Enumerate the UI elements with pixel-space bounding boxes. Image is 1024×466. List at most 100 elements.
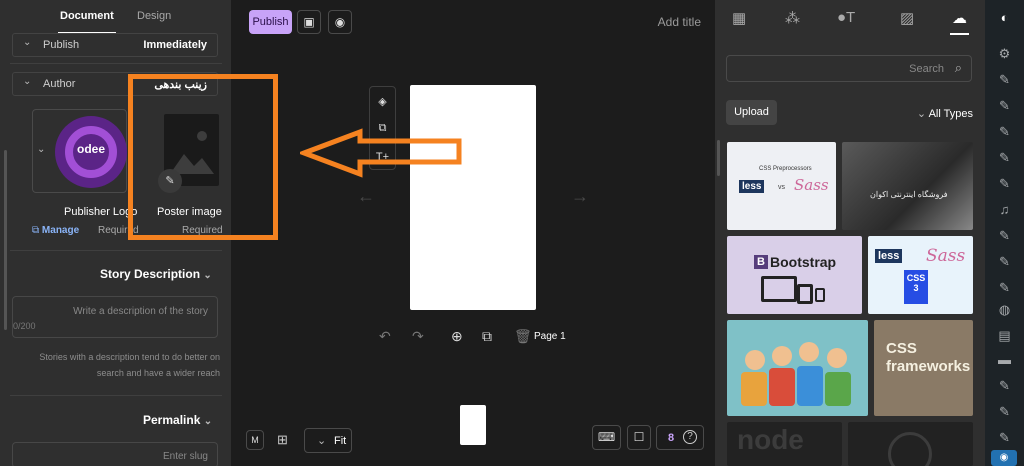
divider xyxy=(10,395,222,396)
author-row[interactable]: ⌄ Author زینب بندهی xyxy=(12,72,218,96)
grid-icon[interactable]: ⊞ xyxy=(277,432,288,448)
media-tile[interactable]: CSS frameworks xyxy=(874,320,973,416)
undo-icon[interactable]: ↶ xyxy=(379,328,391,345)
publish-label: Publish xyxy=(43,39,80,51)
upload-button[interactable]: Upload xyxy=(726,100,777,125)
add-title[interactable]: Add title xyxy=(658,15,701,29)
description-hint: Stories with a description tend to do be… xyxy=(39,352,220,378)
description-textarea[interactable]: Write a description of the story 0/200 xyxy=(12,296,218,338)
publish-value: Immediately xyxy=(143,39,207,51)
media-tile[interactable]: B Bootstrap xyxy=(727,236,862,314)
panel-scrollbar[interactable] xyxy=(4,150,7,330)
publisher-logo-card[interactable]: ⌄ odee xyxy=(32,109,127,193)
zoom-value: Fit xyxy=(334,435,347,447)
poster-image-label: Poster image xyxy=(157,206,222,218)
upload-cloud-icon[interactable]: ☁ xyxy=(950,9,969,35)
arrow-right-icon[interactable]: → xyxy=(571,186,589,207)
add-page-icon[interactable]: ⊕ xyxy=(451,328,463,345)
slug-input[interactable]: Enter slug xyxy=(12,442,218,466)
panel-tabs: Document Design xyxy=(0,0,231,34)
gear-icon[interactable]: ⚙ xyxy=(985,46,1024,62)
preview-eye-icon[interactable]: ◉ xyxy=(328,10,352,34)
annotation-arrow xyxy=(300,128,462,178)
chevron-down-icon: ⌄ xyxy=(916,108,927,120)
media-icon[interactable]: ♫ xyxy=(985,202,1024,217)
media-tile[interactable] xyxy=(848,422,973,466)
divider xyxy=(10,250,222,251)
chevron-down-icon: ⌄ xyxy=(37,144,46,155)
story-page[interactable] xyxy=(410,85,536,310)
pin-icon[interactable]: ✎ xyxy=(985,228,1024,244)
dashboard-icon[interactable]: ◐ xyxy=(985,10,1024,25)
paint-bucket-icon[interactable]: ◈ xyxy=(370,95,395,108)
image-icon[interactable]: ▨ xyxy=(900,9,914,27)
pin-icon[interactable]: ✎ xyxy=(985,98,1024,114)
help-icon: ? xyxy=(683,430,697,444)
pin-icon[interactable]: ✎ xyxy=(985,430,1024,446)
media-tile[interactable]: less Sass CSS 3 xyxy=(868,236,973,314)
chevron-down-icon: ⌄ xyxy=(23,37,32,48)
search-icon[interactable]: ⌕ xyxy=(955,60,962,76)
pencil-icon[interactable]: ✎ xyxy=(158,169,182,193)
help-count: 8 xyxy=(668,432,675,444)
page-label: Page 1 xyxy=(534,331,566,342)
page-thumbnail[interactable] xyxy=(460,405,486,445)
chat-icon[interactable]: ◉ xyxy=(991,450,1017,466)
author-label: Author xyxy=(43,78,76,90)
pin-icon[interactable]: ✎ xyxy=(985,176,1024,192)
author-value: زینب بندهی xyxy=(154,79,207,91)
manage-link[interactable]: ⧉ Manage xyxy=(32,225,79,236)
story-description-title[interactable]: Story Description ⌄ xyxy=(100,267,212,281)
help-button[interactable]: 8 ? xyxy=(656,425,704,450)
chevron-down-icon: ⌄ xyxy=(203,416,213,427)
globe-icon[interactable]: ◍ xyxy=(985,302,1024,318)
media-tile[interactable]: node xyxy=(727,422,842,466)
pin-icon[interactable]: ✎ xyxy=(985,254,1024,270)
pin-icon[interactable]: ✎ xyxy=(985,124,1024,140)
arrow-left-icon[interactable]: ← xyxy=(357,186,375,207)
comment-icon[interactable]: ▬ xyxy=(985,352,1024,367)
types-filter[interactable]: ⌄ All Types xyxy=(917,107,973,120)
slug-placeholder: Enter slug xyxy=(162,451,208,462)
save-icon[interactable]: ▣ xyxy=(297,10,321,34)
poster-image-card[interactable]: ✎ xyxy=(147,109,227,193)
media-search-input[interactable]: Search ⌕ xyxy=(726,55,972,82)
media-tile[interactable]: فروشگاه اینترنتی اکوان xyxy=(842,142,973,230)
document-panel: Document Design ⌄ Publish Immediately ⌄ … xyxy=(0,0,231,466)
text-icon[interactable]: ●T xyxy=(837,9,855,26)
pin-icon[interactable]: ✎ xyxy=(985,72,1024,88)
publisher-logo-label: Publisher Logo xyxy=(64,206,138,218)
pin-icon[interactable]: ✎ xyxy=(985,404,1024,420)
chevron-down-icon: ⌄ xyxy=(317,435,327,447)
publish-button[interactable]: Publish xyxy=(249,10,292,34)
chevron-down-icon: ⌄ xyxy=(203,270,212,281)
shapes-icon[interactable]: ⁂ xyxy=(785,9,800,27)
media-scrollbar[interactable] xyxy=(717,140,720,176)
logo-text: odee xyxy=(76,142,105,156)
publish-row[interactable]: ⌄ Publish Immediately xyxy=(12,33,218,57)
admin-sidebar: ◐ ⚙ ✎ ✎ ✎ ✎ ✎ ♫ ✎ ✎ ✎ ◍ ▤ ▬ ✎ ✎ ✎ ◉ xyxy=(985,0,1024,466)
editor-canvas: Publish ▣ ◉ Add title ◈ ⧉ T+ ← → ↶ ↷ ⊕ ⧉… xyxy=(231,0,715,466)
keyboard-icon[interactable]: ⌨ xyxy=(592,425,621,450)
elements-icon[interactable]: ▦ xyxy=(732,9,746,27)
media-tile[interactable]: CSS Preprocessors less vs Sass xyxy=(727,142,836,230)
duplicate-page-icon[interactable]: ⧉ xyxy=(482,328,492,345)
m-icon[interactable]: M xyxy=(246,430,264,450)
publisher-logo-image: odee xyxy=(55,116,127,188)
edit-icon: ⧉ xyxy=(32,225,40,236)
redo-icon[interactable]: ↷ xyxy=(412,328,424,345)
zoom-select[interactable]: ⌄ Fit xyxy=(304,428,352,453)
chevron-down-icon: ⌄ xyxy=(23,76,32,87)
pages-icon[interactable]: ▤ xyxy=(985,328,1024,344)
checklist-icon[interactable]: ☐ xyxy=(627,425,651,450)
tab-document[interactable]: Document xyxy=(58,10,116,34)
media-tile[interactable] xyxy=(727,320,868,416)
trash-icon[interactable]: 🗑 xyxy=(514,328,532,345)
tab-design[interactable]: Design xyxy=(137,10,171,22)
poster-required: Required xyxy=(182,225,223,236)
pin-icon[interactable]: ✎ xyxy=(985,280,1024,296)
divider xyxy=(10,63,222,64)
pin-icon[interactable]: ✎ xyxy=(985,150,1024,166)
pin-icon[interactable]: ✎ xyxy=(985,378,1024,394)
permalink-title[interactable]: Permalink ⌄ xyxy=(143,413,212,427)
